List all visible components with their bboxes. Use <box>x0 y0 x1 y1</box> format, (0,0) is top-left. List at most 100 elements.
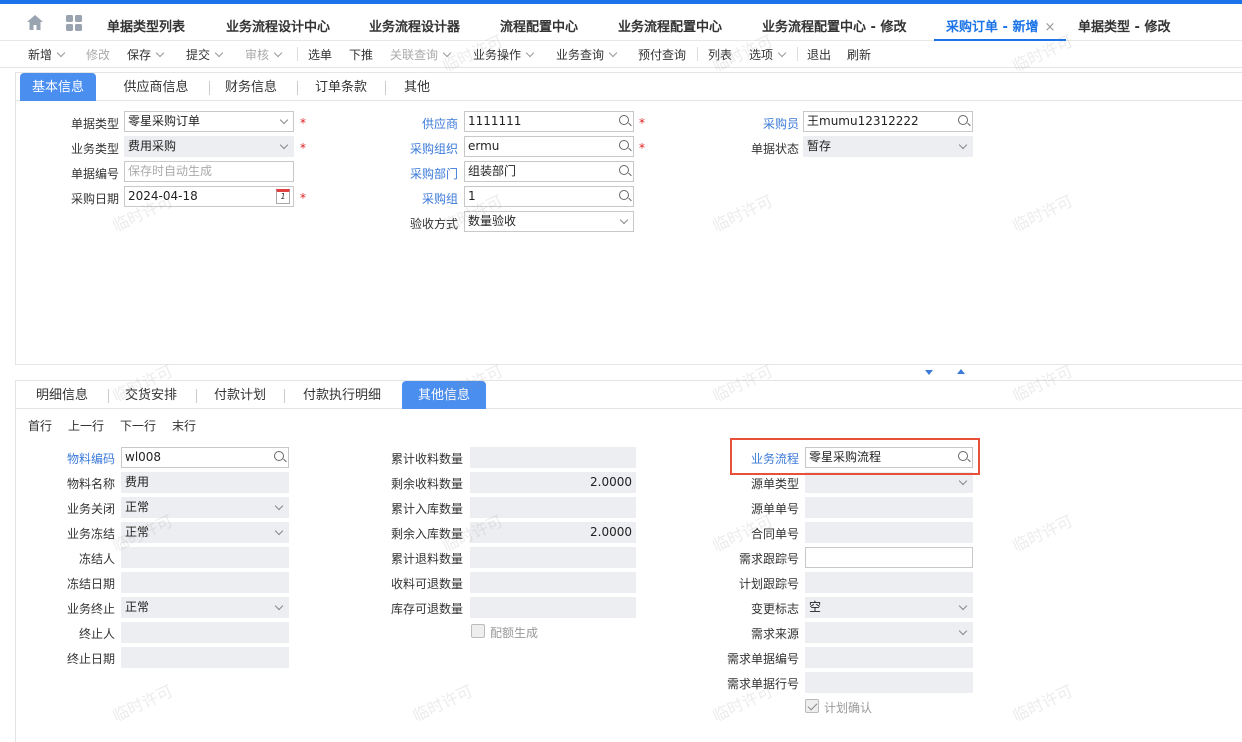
detail-field[interactable]: 2.0000 <box>470 472 636 493</box>
search-icon[interactable] <box>274 451 284 461</box>
detail-field[interactable] <box>805 572 973 593</box>
tab-detail-info[interactable]: 明细信息 <box>24 381 100 409</box>
purchase-org-label[interactable]: 采购组织 <box>410 140 458 157</box>
detail-field-label[interactable]: 物料编码 <box>67 450 115 467</box>
expand-up-icon[interactable] <box>957 369 965 374</box>
tab-basic-info[interactable]: 基本信息 <box>20 73 96 101</box>
next-row-button[interactable]: 下一行 <box>120 417 156 434</box>
detail-field[interactable] <box>470 447 636 468</box>
bill-no-input[interactable]: 保存时自动生成 <box>124 161 294 182</box>
detail-select-field[interactable] <box>805 472 973 493</box>
search-icon[interactable] <box>619 115 629 125</box>
tab-bill-type-edit[interactable]: 单据类型 - 修改 <box>1078 16 1170 35</box>
collapse-down-icon[interactable] <box>925 370 933 375</box>
buyer-lookup[interactable]: 王mumu12312222 <box>803 111 973 132</box>
supplier-label[interactable]: 供应商 <box>422 115 458 132</box>
detail-field[interactable] <box>805 672 973 693</box>
prepay-query-button[interactable]: 预付查询 <box>638 46 686 63</box>
detail-field-label: 合同单号 <box>750 527 799 541</box>
select-bill-button[interactable]: 选单 <box>308 46 332 63</box>
tab-bill-type-list[interactable]: 单据类型列表 <box>107 16 185 35</box>
detail-select-field[interactable]: 正常 <box>121 522 289 543</box>
detail-select-field[interactable] <box>805 622 973 643</box>
related-query-button[interactable]: 关联查询 <box>390 46 452 63</box>
app-grid-icon[interactable] <box>66 15 82 31</box>
search-icon[interactable] <box>619 190 629 200</box>
tab-order-terms[interactable]: 订单条款 <box>308 73 374 101</box>
edit-button[interactable]: 修改 <box>86 46 110 63</box>
detail-select-field[interactable]: 空 <box>805 597 973 618</box>
bill-status-select[interactable]: 暂存 <box>803 136 973 157</box>
options-button[interactable]: 选项 <box>749 46 787 63</box>
tab-flow-config-center[interactable]: 流程配置中心 <box>500 16 578 35</box>
detail-field[interactable] <box>470 597 636 618</box>
detail-field[interactable] <box>121 647 289 668</box>
tab-delivery-schedule[interactable]: 交货安排 <box>116 381 186 409</box>
purchase-group-label[interactable]: 采购组 <box>422 190 458 207</box>
search-icon[interactable] <box>958 115 968 125</box>
purchase-date-input[interactable]: 2024-04-18 1 <box>124 186 294 207</box>
submit-button[interactable]: 提交 <box>186 46 224 63</box>
detail-field[interactable] <box>805 547 973 568</box>
exit-button[interactable]: 退出 <box>807 46 831 63</box>
tab-other-info[interactable]: 其他信息 <box>402 381 486 409</box>
purchase-dept-lookup[interactable]: 组装部门 <box>464 161 634 182</box>
new-label: 新增 <box>28 48 53 62</box>
detail-field[interactable]: 2.0000 <box>470 522 636 543</box>
home-icon[interactable] <box>26 14 44 31</box>
quota-generate-checkbox[interactable] <box>471 624 485 638</box>
tab-payment-execution[interactable]: 付款执行明细 <box>292 381 392 409</box>
detail-lookup-field[interactable]: wl008 <box>121 447 289 468</box>
last-row-button[interactable]: 末行 <box>172 417 196 434</box>
refresh-button[interactable]: 刷新 <box>847 46 871 63</box>
detail-field[interactable]: 费用 <box>121 472 289 493</box>
detail-select-field[interactable]: 正常 <box>121 497 289 518</box>
plan-confirm-checkbox[interactable] <box>805 699 819 713</box>
save-button[interactable]: 保存 <box>127 46 165 63</box>
list-button[interactable]: 列表 <box>708 46 732 63</box>
detail-field[interactable] <box>470 497 636 518</box>
tab-supplier-info[interactable]: 供应商信息 <box>112 73 200 101</box>
tab-bizflow-designer[interactable]: 业务流程设计器 <box>369 16 460 35</box>
bill-type-select[interactable]: 零星采购订单 <box>124 111 294 132</box>
detail-field[interactable] <box>805 647 973 668</box>
detail-select-field[interactable]: 正常 <box>121 597 289 618</box>
chevron-down-icon <box>155 48 165 58</box>
push-down-button[interactable]: 下推 <box>349 46 373 63</box>
tab-bizflow-design-center[interactable]: 业务流程设计中心 <box>226 16 330 35</box>
detail-field[interactable] <box>121 572 289 593</box>
close-icon[interactable]: × <box>1044 20 1055 35</box>
tab-payment-plan[interactable]: 付款计划 <box>204 381 276 409</box>
buyer-label[interactable]: 采购员 <box>763 115 799 132</box>
tab-finance-info[interactable]: 财务信息 <box>218 73 284 101</box>
calendar-icon[interactable]: 1 <box>276 189 290 204</box>
purchase-dept-label[interactable]: 采购部门 <box>410 165 458 182</box>
audit-button[interactable]: 审核 <box>245 46 283 63</box>
tab-bizflow-config-center-edit[interactable]: 业务流程配置中心 - 修改 <box>762 16 906 35</box>
tab-divider <box>209 81 210 95</box>
tab-divider <box>284 389 285 403</box>
purchase-org-lookup[interactable]: ermu <box>464 136 634 157</box>
search-icon[interactable] <box>619 165 629 175</box>
biz-type-select[interactable]: 费用采购 <box>124 136 294 157</box>
detail-field[interactable] <box>805 522 973 543</box>
tab-purchase-order-new[interactable]: 采购订单 - 新增 × <box>946 16 1055 35</box>
detail-field-label: 终止日期 <box>66 652 115 666</box>
prev-row-button[interactable]: 上一行 <box>68 417 104 434</box>
tab-other[interactable]: 其他 <box>396 73 438 101</box>
tab-bizflow-config-center[interactable]: 业务流程配置中心 <box>618 16 722 35</box>
first-row-button[interactable]: 首行 <box>28 417 52 434</box>
biz-query-button[interactable]: 业务查询 <box>556 46 618 63</box>
detail-field[interactable] <box>121 547 289 568</box>
detail-field[interactable] <box>470 547 636 568</box>
tab-divider <box>297 81 298 95</box>
purchase-group-lookup[interactable]: 1 <box>464 186 634 207</box>
acceptance-select[interactable]: 数量验收 <box>464 211 634 232</box>
detail-field[interactable] <box>121 622 289 643</box>
detail-field[interactable] <box>470 572 636 593</box>
search-icon[interactable] <box>619 140 629 150</box>
new-button[interactable]: 新增 <box>28 46 66 63</box>
detail-field[interactable] <box>805 497 973 518</box>
supplier-lookup[interactable]: 1111111 <box>464 111 634 132</box>
biz-ops-button[interactable]: 业务操作 <box>473 46 535 63</box>
